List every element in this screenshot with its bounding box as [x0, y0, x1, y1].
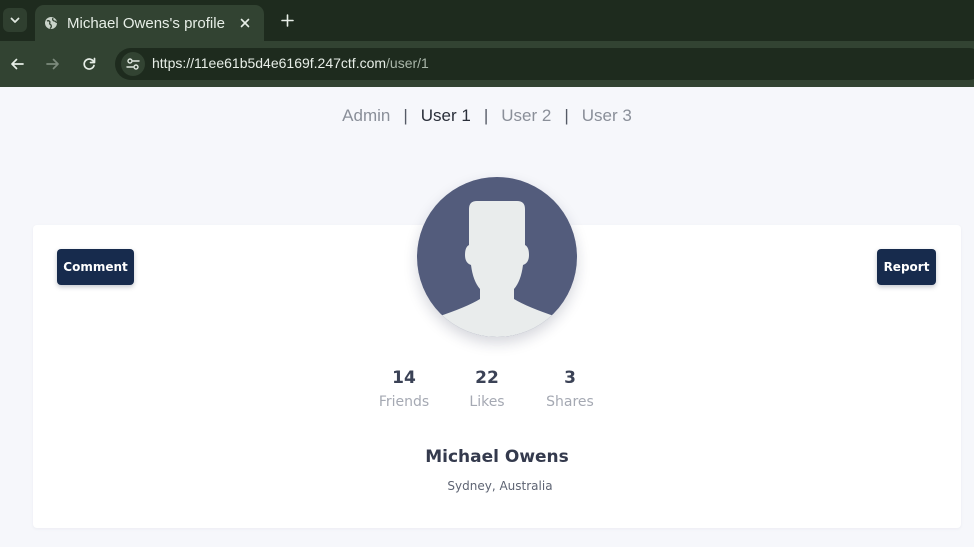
stat-value: 3	[564, 368, 576, 388]
user-nav: Admin | User 1 | User 2 | User 3	[0, 106, 974, 126]
nav-admin[interactable]: Admin	[342, 106, 390, 125]
chevron-down-icon[interactable]	[3, 8, 27, 32]
nav-user-2[interactable]: User 2	[501, 106, 551, 125]
user-silhouette-icon	[417, 177, 577, 337]
url-text[interactable]: https://11ee61b5d4e6169f.247ctf.com/user…	[152, 55, 429, 71]
page-content: Admin | User 1 | User 2 | User 3 Comment Repor…	[0, 87, 974, 547]
arrow-right-icon[interactable]	[42, 53, 64, 75]
profile-name: Michael Owens	[425, 447, 569, 467]
stat-value: 14	[392, 368, 416, 388]
profile-location: Sydney, Australia	[447, 479, 553, 493]
address-bar[interactable]: https://11ee61b5d4e6169f.247ctf.com/user…	[115, 48, 974, 80]
stat-label: Friends	[378, 394, 430, 410]
browser-tab[interactable]: Michael Owens's profile	[35, 5, 264, 41]
report-button[interactable]: Report	[877, 249, 936, 285]
stat-value: 22	[475, 368, 499, 388]
tune-icon[interactable]	[121, 52, 145, 76]
nav-user-3[interactable]: User 3	[582, 106, 632, 125]
stat-likes: 22 Likes	[446, 368, 529, 410]
nav-separator: |	[483, 106, 489, 125]
stat-label: Shares	[546, 394, 594, 410]
reload-icon[interactable]	[78, 53, 100, 75]
profile-stats: 14 Friends 22 Likes 3 Shares	[0, 368, 974, 410]
stat-friends: 14 Friends	[363, 368, 446, 410]
browser-tab-bar: Michael Owens's profile	[0, 0, 974, 41]
avatar	[417, 177, 577, 337]
plus-icon[interactable]	[277, 10, 297, 30]
nav-user-1[interactable]: User 1	[421, 106, 471, 125]
stat-shares: 3 Shares	[529, 368, 612, 410]
arrow-left-icon[interactable]	[6, 53, 28, 75]
close-icon[interactable]	[236, 14, 254, 32]
browser-toolbar: https://11ee61b5d4e6169f.247ctf.com/user…	[0, 41, 974, 87]
url-path: /user/1	[386, 55, 429, 71]
stat-label: Likes	[469, 394, 505, 410]
globe-icon	[44, 16, 58, 30]
nav-separator: |	[403, 106, 408, 125]
nav-separator: |	[564, 106, 569, 125]
url-host: https://11ee61b5d4e6169f.247ctf.com	[152, 55, 387, 71]
tab-title: Michael Owens's profile	[67, 14, 225, 32]
comment-button[interactable]: Comment	[57, 249, 134, 285]
